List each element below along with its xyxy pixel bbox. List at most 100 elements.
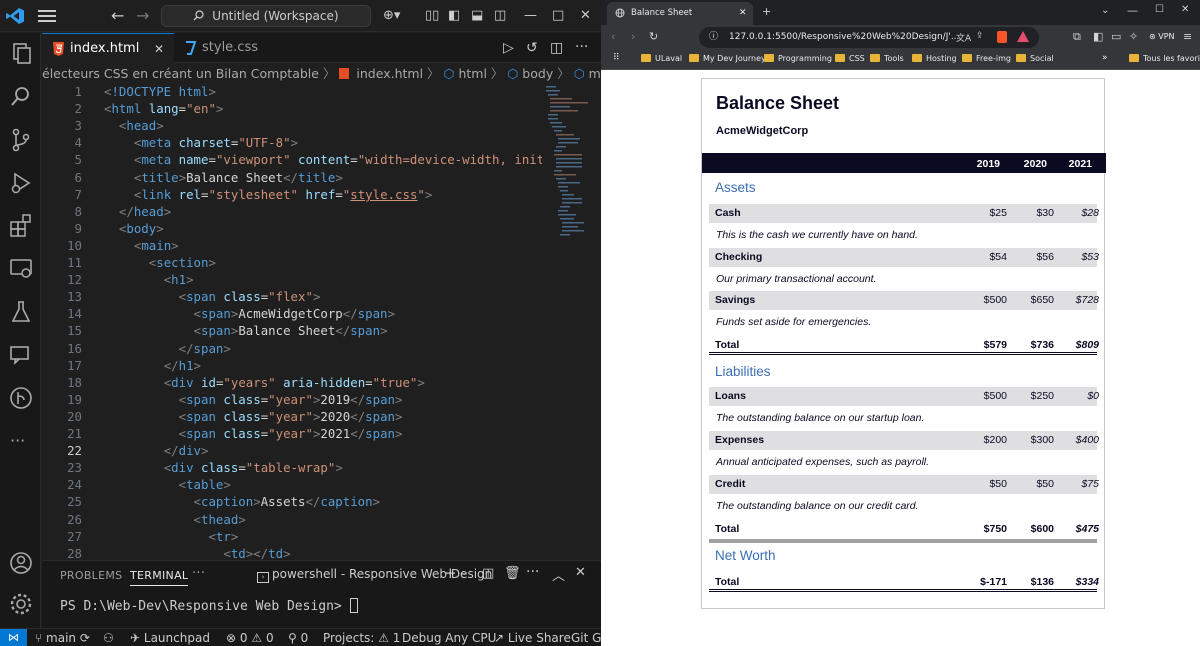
- line-number[interactable]: 28: [42, 546, 82, 560]
- line-number[interactable]: 19: [42, 392, 82, 407]
- translate-icon[interactable]: 文A: [956, 31, 971, 44]
- code-line[interactable]: <span>Balance Sheet</span>: [104, 323, 388, 338]
- search-icon[interactable]: [8, 84, 34, 110]
- new-terminal-icon[interactable]: +: [444, 564, 457, 582]
- chat-icon[interactable]: [8, 342, 34, 368]
- line-number[interactable]: 1: [42, 84, 82, 99]
- command-center[interactable]: Untitled (Workspace): [161, 5, 371, 27]
- panel-more-icon[interactable]: ···: [192, 566, 205, 581]
- breadcrumb-file[interactable]: index.html: [356, 66, 423, 81]
- vpn-button[interactable]: ⊛ VPN: [1149, 32, 1175, 41]
- close-tab-icon[interactable]: ✕: [739, 2, 747, 25]
- code-line[interactable]: <span>AcmeWidgetCorp</span>: [104, 306, 395, 321]
- remote-indicator-icon[interactable]: ⋈: [0, 629, 27, 646]
- line-number[interactable]: 23: [42, 460, 82, 475]
- hamburger-menu-icon[interactable]: [38, 10, 56, 22]
- bookmark-folder[interactable]: ULaval: [641, 54, 682, 63]
- layout-customize-icon[interactable]: ▯▯: [425, 8, 439, 23]
- line-number[interactable]: 3: [42, 118, 82, 133]
- code-line[interactable]: <h1>: [104, 272, 194, 287]
- line-number[interactable]: 5: [42, 152, 82, 167]
- extensions-puzzle-icon[interactable]: ⧉: [1073, 30, 1081, 44]
- line-number[interactable]: 24: [42, 477, 82, 492]
- leo-ai-icon[interactable]: ✧: [1129, 30, 1138, 43]
- launchpad-status[interactable]: ✈ Launchpad: [130, 631, 210, 645]
- code-line[interactable]: </div>: [104, 443, 209, 458]
- browser-back-icon[interactable]: ‹: [611, 30, 615, 43]
- sidebar-toggle-icon[interactable]: ◧: [1093, 30, 1103, 43]
- bookmark-folder[interactable]: Programming: [764, 54, 832, 63]
- explorer-icon[interactable]: [8, 41, 34, 67]
- tab-terminal[interactable]: TERMINAL: [130, 569, 189, 586]
- copilot-icon[interactable]: ⊕▾: [383, 8, 400, 23]
- bookmark-folder[interactable]: Tools: [870, 54, 904, 63]
- line-number[interactable]: 10: [42, 238, 82, 253]
- brave-shields-icon[interactable]: [997, 31, 1007, 43]
- tab-close-icon[interactable]: ✕: [154, 34, 164, 64]
- line-number[interactable]: 20: [42, 409, 82, 424]
- terminal-dropdown-icon[interactable]: ⌄: [460, 567, 468, 578]
- address-bar[interactable]: ⓘ 127.0.0.1:5500/Responsive%20Web%20Desi…: [699, 27, 1039, 48]
- code-line[interactable]: </span>: [104, 341, 231, 356]
- line-number[interactable]: 8: [42, 204, 82, 219]
- terminal-more-icon[interactable]: ···: [526, 564, 539, 580]
- share-icon[interactable]: ⇪: [976, 31, 984, 41]
- bookmark-folder[interactable]: Social: [1016, 54, 1054, 63]
- breadcrumb-main[interactable]: main: [589, 66, 601, 81]
- browser-tab[interactable]: Balance Sheet ✕: [607, 2, 753, 25]
- source-control-icon[interactable]: [8, 127, 34, 153]
- more-views-icon[interactable]: ···: [10, 431, 25, 450]
- line-number[interactable]: 25: [42, 494, 82, 509]
- code-line[interactable]: <section>: [104, 255, 216, 270]
- close-panel-icon[interactable]: ✕: [575, 565, 586, 580]
- git-graph-icon[interactable]: [8, 385, 34, 411]
- back-arrow-icon[interactable]: ←: [111, 6, 124, 25]
- code-line[interactable]: <head>: [104, 118, 164, 133]
- line-number[interactable]: 12: [42, 272, 82, 287]
- split-terminal-icon[interactable]: ◫: [482, 566, 494, 581]
- run-debug-icon[interactable]: [8, 170, 34, 196]
- line-number[interactable]: 17: [42, 358, 82, 373]
- code-editor[interactable]: 1 <!DOCTYPE html> 2 <html lang="en"> 3 <head…: [42, 84, 542, 560]
- code-line[interactable]: <span class="year">2021</span>: [104, 426, 403, 441]
- tab-search-icon[interactable]: ⌄: [1101, 5, 1109, 16]
- all-bookmarks-folder[interactable]: Tous les favoris: [1129, 54, 1200, 63]
- code-line[interactable]: <span class="year">2019</span>: [104, 392, 403, 407]
- browser-close-icon[interactable]: ✕: [1181, 4, 1189, 15]
- code-line[interactable]: <span class="year">2020</span>: [104, 409, 403, 424]
- new-tab-icon[interactable]: +: [762, 5, 771, 18]
- breadcrumb-body[interactable]: body: [522, 66, 553, 81]
- reload-icon[interactable]: ↻: [649, 30, 658, 43]
- run-icon[interactable]: ▷: [503, 40, 514, 56]
- code-line[interactable]: <html lang="en">: [104, 101, 223, 116]
- code-line[interactable]: <!DOCTYPE html>: [104, 84, 216, 99]
- code-line[interactable]: <tr>: [104, 529, 238, 544]
- line-number[interactable]: 7: [42, 187, 82, 202]
- line-number[interactable]: 13: [42, 289, 82, 304]
- split-editor-icon[interactable]: ◫: [550, 40, 563, 56]
- breadcrumb-html[interactable]: html: [458, 66, 486, 81]
- problems-status[interactable]: ⊗ 0 ⚠ 0: [226, 631, 274, 645]
- line-number[interactable]: 9: [42, 221, 82, 236]
- code-line[interactable]: <thead>: [104, 512, 246, 527]
- terminal-selector[interactable]: › powershell - Responsive Web Design: [257, 567, 492, 583]
- line-number[interactable]: 21: [42, 426, 82, 441]
- testing-icon[interactable]: [8, 299, 34, 325]
- toggle-secondary-sidebar-icon[interactable]: ◫: [494, 8, 506, 23]
- code-line[interactable]: <div id="years" aria-hidden="true">: [104, 375, 425, 390]
- line-number[interactable]: 14: [42, 306, 82, 321]
- projects-status[interactable]: Projects: ⚠ 1: [323, 631, 400, 645]
- breadcrumb-folder[interactable]: électeurs CSS en créant un Bilan Comptab…: [42, 66, 319, 81]
- toggle-sidebar-icon[interactable]: ◧: [448, 8, 460, 23]
- forward-arrow-icon[interactable]: →: [136, 6, 149, 25]
- apps-grid-icon[interactable]: ⠿: [613, 53, 620, 63]
- timeline-icon[interactable]: ↺: [526, 40, 538, 56]
- line-number[interactable]: 15: [42, 323, 82, 338]
- code-line[interactable]: <meta name="viewport" content="width=dev…: [104, 152, 542, 167]
- code-line[interactable]: </head>: [104, 204, 171, 219]
- close-window-icon[interactable]: ✕: [580, 8, 591, 23]
- vscode-logo-icon[interactable]: [5, 7, 25, 25]
- code-line[interactable]: <title>Balance Sheet</title>: [104, 170, 343, 185]
- line-number[interactable]: 4: [42, 135, 82, 150]
- line-number[interactable]: 2: [42, 101, 82, 116]
